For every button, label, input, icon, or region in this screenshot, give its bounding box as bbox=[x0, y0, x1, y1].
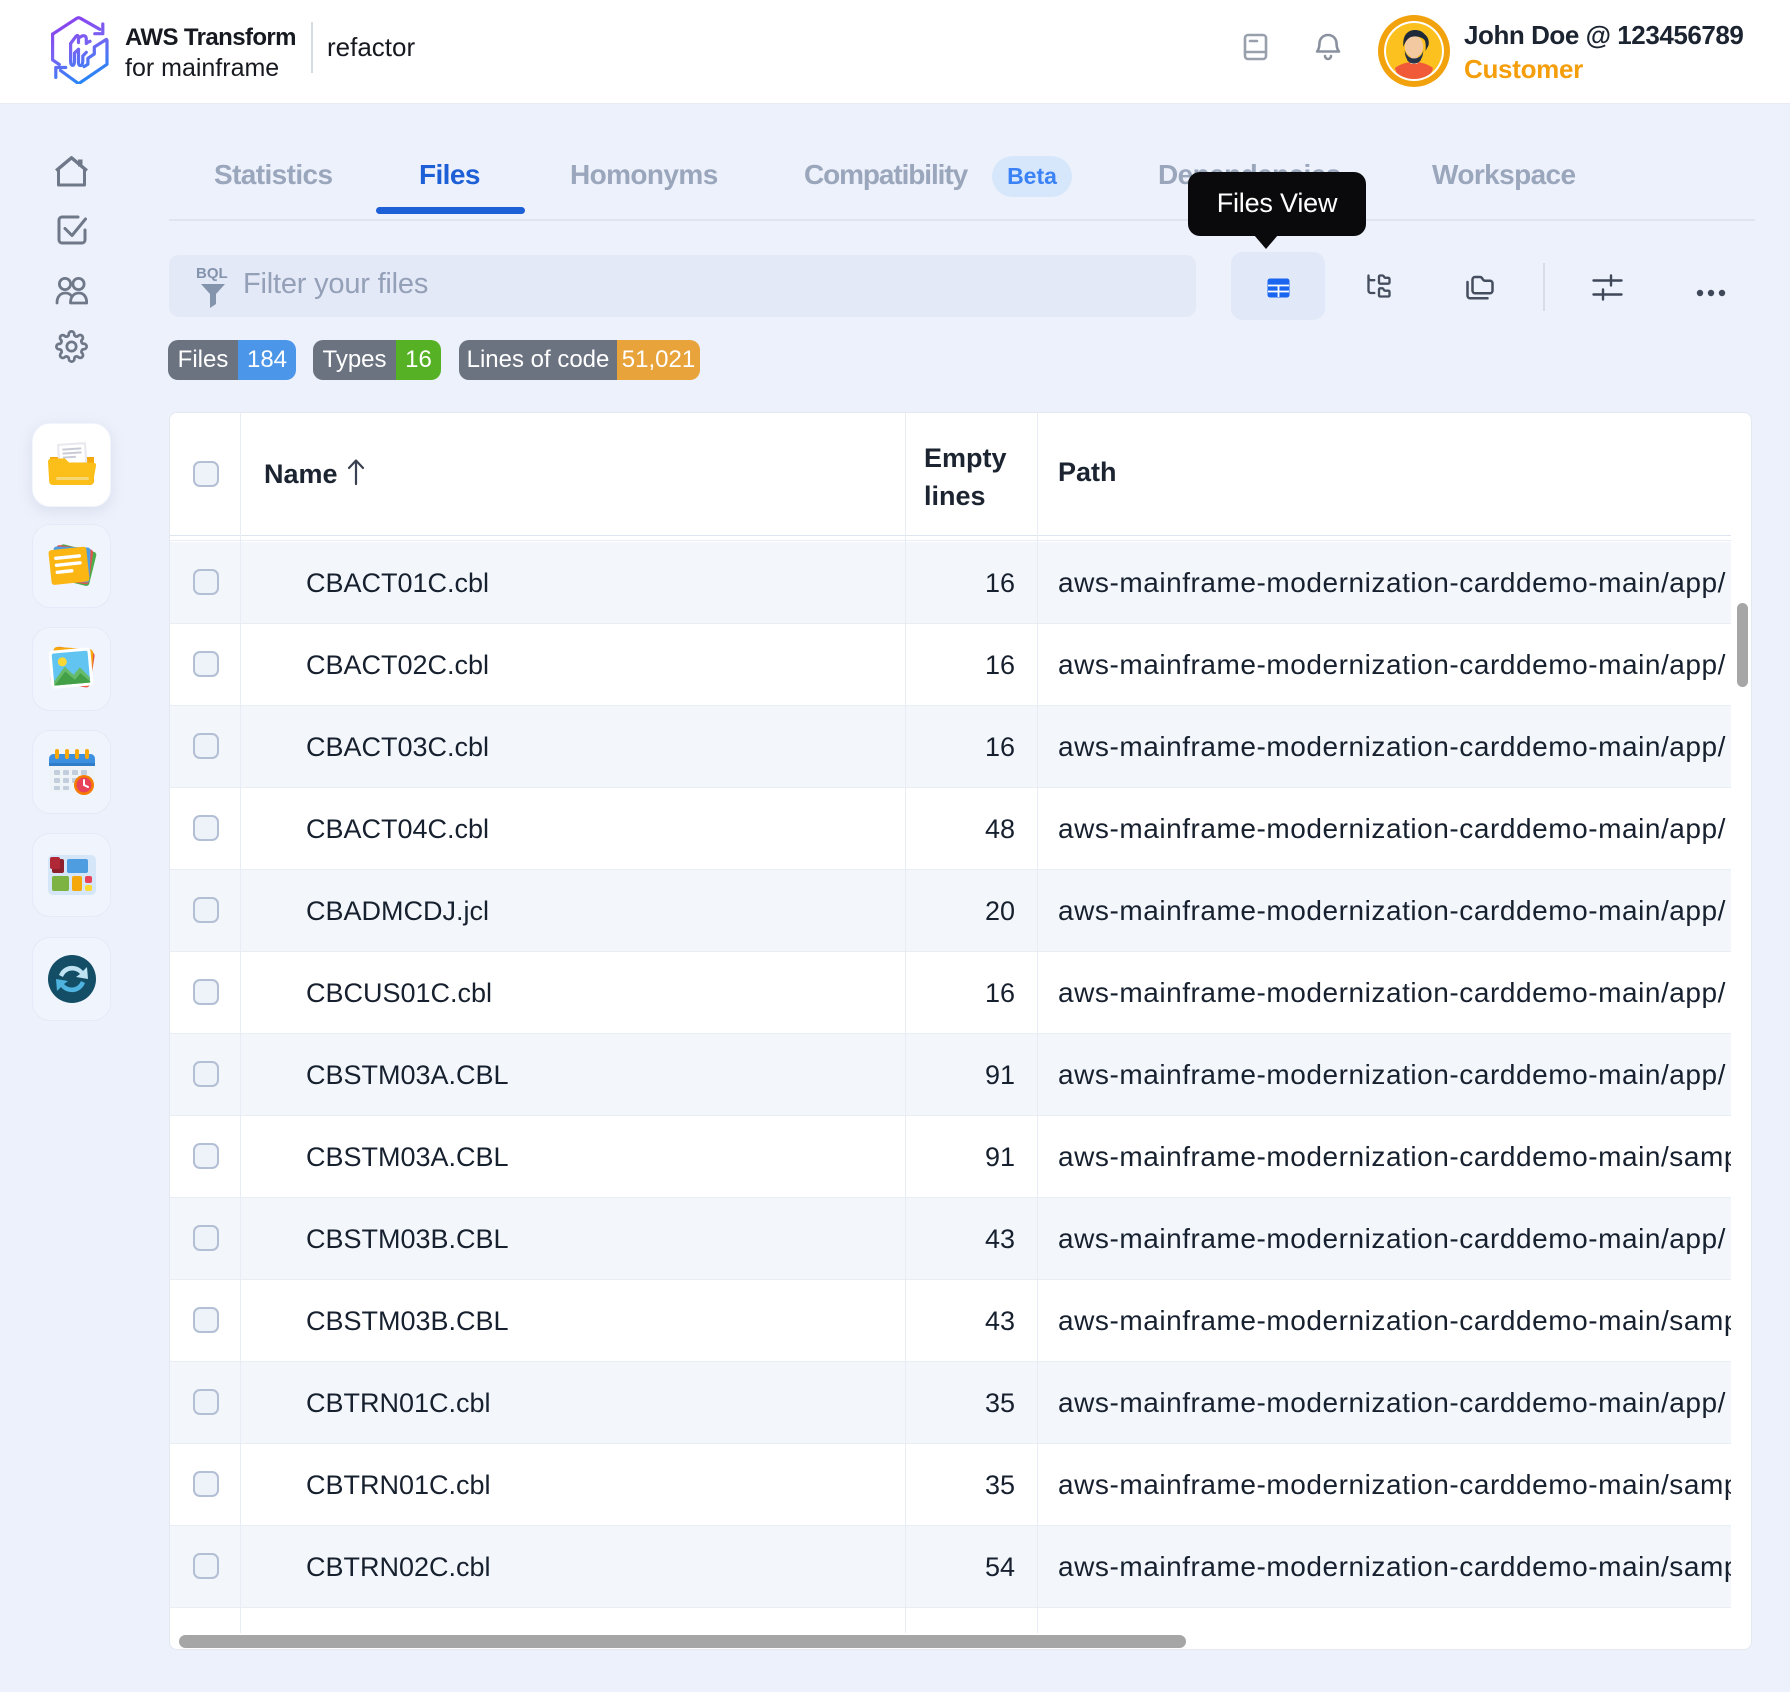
svg-text:BQL: BQL bbox=[196, 265, 228, 282]
